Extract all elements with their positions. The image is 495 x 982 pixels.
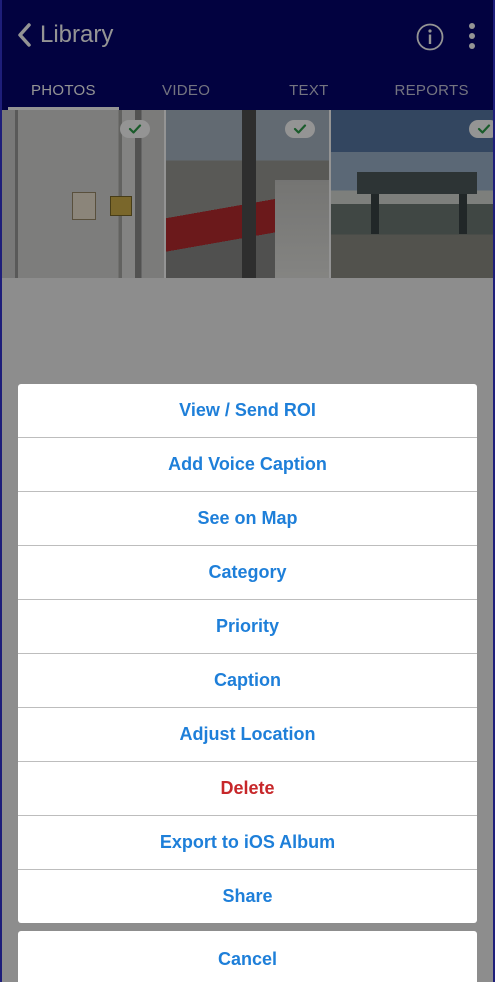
action-sheet-cancel-group: Cancel bbox=[18, 931, 477, 982]
action-sheet-options: View / Send ROI Add Voice Caption See on… bbox=[18, 384, 477, 923]
action-sheet: View / Send ROI Add Voice Caption See on… bbox=[18, 384, 477, 982]
share-button[interactable]: Share bbox=[18, 870, 477, 923]
category-button[interactable]: Category bbox=[18, 546, 477, 600]
view-send-roi-button[interactable]: View / Send ROI bbox=[18, 384, 477, 438]
see-on-map-button[interactable]: See on Map bbox=[18, 492, 477, 546]
export-to-ios-album-button[interactable]: Export to iOS Album bbox=[18, 816, 477, 870]
caption-button[interactable]: Caption bbox=[18, 654, 477, 708]
priority-button[interactable]: Priority bbox=[18, 600, 477, 654]
delete-button[interactable]: Delete bbox=[18, 762, 477, 816]
cancel-button[interactable]: Cancel bbox=[18, 931, 477, 982]
app-screen: Library PHOTOS VIDEO TEXT REPORTS View /… bbox=[0, 0, 495, 982]
add-voice-caption-button[interactable]: Add Voice Caption bbox=[18, 438, 477, 492]
adjust-location-button[interactable]: Adjust Location bbox=[18, 708, 477, 762]
